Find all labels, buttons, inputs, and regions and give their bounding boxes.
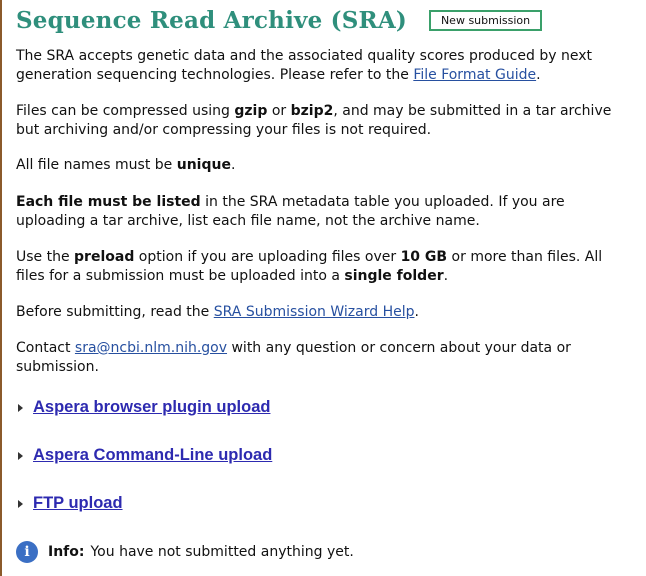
preload-bold: preload bbox=[74, 249, 135, 265]
header: Sequence Read Archive (SRA) New submissi… bbox=[16, 6, 543, 34]
ftp-upload-expander[interactable]: FTP upload bbox=[16, 494, 123, 513]
contact-email-link[interactable]: sra@ncbi.nlm.nih.gov bbox=[75, 340, 227, 356]
info-label: Info: bbox=[48, 544, 85, 560]
contact-paragraph: Contact sra@ncbi.nlm.nih.gov with any qu… bbox=[16, 339, 628, 377]
left-border bbox=[0, 0, 2, 576]
expand-triangle-icon bbox=[18, 403, 23, 412]
aspera-cli-link[interactable]: Aspera Command-Line upload bbox=[33, 446, 272, 465]
unique-names-paragraph: All file names must be unique. bbox=[16, 156, 628, 175]
compression-text: Files can be compressed using bbox=[16, 103, 235, 119]
aspera-cli-expander[interactable]: Aspera Command-Line upload bbox=[16, 446, 272, 465]
wizard-text-end: . bbox=[414, 304, 419, 320]
unique-text-end: . bbox=[230, 157, 236, 173]
ftp-upload-link[interactable]: FTP upload bbox=[33, 494, 123, 513]
info-message: i Info: You have not submitted anything … bbox=[16, 541, 354, 563]
preload-text: option if you are uploading files over bbox=[134, 249, 401, 265]
compression-paragraph: Files can be compressed using gzip or bz… bbox=[16, 102, 628, 140]
format-text-end: . bbox=[536, 67, 541, 83]
bzip2-text: bzip2 bbox=[290, 103, 334, 119]
compression-text: or bbox=[267, 103, 291, 119]
file-format-guide-link[interactable]: File Format Guide bbox=[413, 67, 536, 83]
unique-bold: unique bbox=[176, 157, 231, 173]
format-paragraph: The SRA accepts genetic data and the ass… bbox=[16, 47, 628, 85]
aspera-browser-expander[interactable]: Aspera browser plugin upload bbox=[16, 398, 270, 417]
info-text: You have not submitted anything yet. bbox=[90, 544, 354, 560]
expand-triangle-icon bbox=[18, 499, 23, 508]
preload-text-end: . bbox=[443, 268, 449, 284]
listed-bold: Each file must be listed bbox=[16, 194, 201, 210]
wizard-text: Before submitting, read the bbox=[16, 304, 214, 320]
page-title: Sequence Read Archive (SRA) bbox=[16, 6, 407, 34]
submission-wizard-help-link[interactable]: SRA Submission Wizard Help bbox=[214, 304, 415, 320]
contact-text: Contact bbox=[16, 340, 75, 356]
expand-triangle-icon bbox=[18, 451, 23, 460]
preload-paragraph: Use the preload option if you are upload… bbox=[16, 248, 628, 286]
wizard-help-paragraph: Before submitting, read the SRA Submissi… bbox=[16, 303, 628, 322]
new-submission-button[interactable]: New submission bbox=[428, 9, 543, 31]
preload-text: Use the bbox=[16, 249, 75, 265]
size-bold: 10 GB bbox=[400, 249, 448, 265]
info-icon: i bbox=[16, 541, 38, 563]
unique-text: All file names must be bbox=[16, 157, 177, 173]
aspera-browser-link[interactable]: Aspera browser plugin upload bbox=[33, 398, 270, 417]
single-folder-bold: single folder bbox=[344, 268, 444, 284]
gzip-text: gzip bbox=[234, 103, 268, 119]
listed-files-paragraph: Each file must be listed in the SRA meta… bbox=[16, 193, 628, 231]
